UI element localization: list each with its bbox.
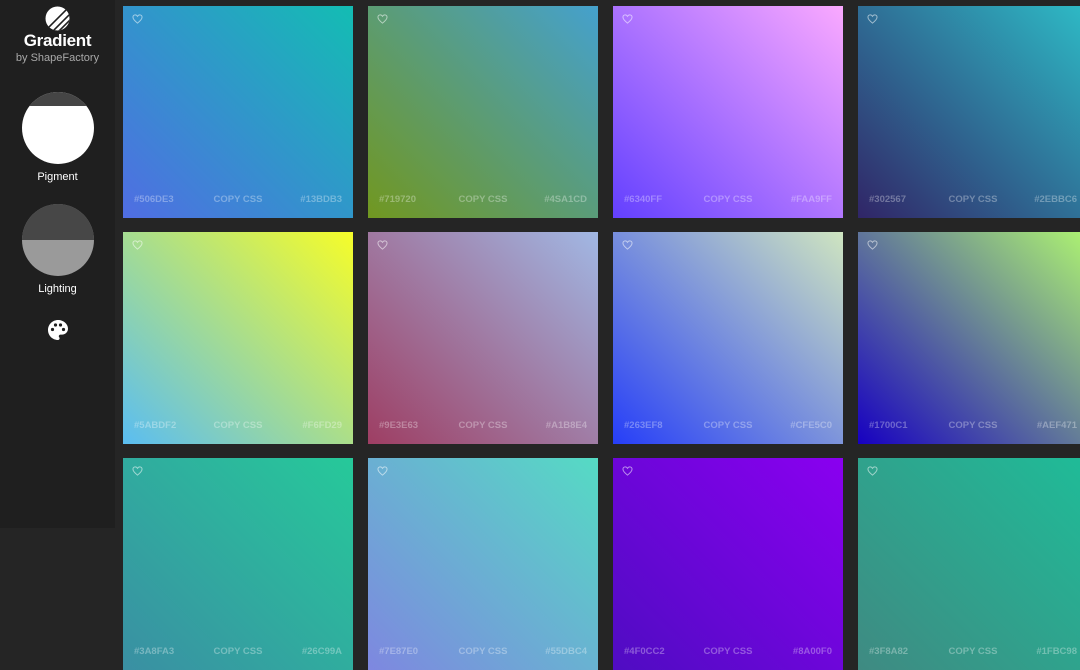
gradient-card[interactable]: #7E87E0 COPY CSS #55DBC4: [368, 458, 598, 670]
card-footer: #719720 COPY CSS #4SA1CD: [368, 194, 598, 208]
heart-icon[interactable]: [377, 466, 388, 476]
palette-icon[interactable]: [46, 318, 70, 342]
pigment-label: Pigment: [37, 171, 78, 183]
card-footer: #3F8A82 COPY CSS #1FBC98: [858, 646, 1080, 660]
card-footer: #6340FF COPY CSS #FAA9FF: [613, 194, 843, 208]
gradient-card[interactable]: #3A8FA3 COPY CSS #26C99A: [123, 458, 353, 670]
gradient-card[interactable]: #1700C1 COPY CSS #AEF471: [858, 232, 1080, 444]
color-end[interactable]: #1FBC98: [1036, 646, 1077, 657]
gradient-card[interactable]: #506DE3 COPY CSS #13BDB3: [123, 6, 353, 218]
gradient-card[interactable]: #263EF8 COPY CSS #CFE5C0: [613, 232, 843, 444]
heart-icon[interactable]: [622, 240, 633, 250]
gradient-card[interactable]: #3F8A82 COPY CSS #1FBC98: [858, 458, 1080, 670]
color-end[interactable]: #2EBBC6: [1034, 194, 1077, 205]
card-footer: #7E87E0 COPY CSS #55DBC4: [368, 646, 598, 660]
card-footer: #9E3E63 COPY CSS #A1B8E4: [368, 420, 598, 434]
heart-icon[interactable]: [622, 14, 633, 24]
color-end[interactable]: #8A00F0: [793, 646, 832, 657]
card-footer: #3A8FA3 COPY CSS #26C99A: [123, 646, 353, 660]
gradient-card[interactable]: #302567 COPY CSS #2EBBC6: [858, 6, 1080, 218]
lighting-label: Lighting: [38, 283, 77, 295]
color-end[interactable]: #A1B8E4: [546, 420, 587, 431]
brand-title: Gradient: [23, 31, 92, 50]
card-footer: #263EF8 COPY CSS #CFE5C0: [613, 420, 843, 434]
brand-byline: by ShapeFactory: [15, 52, 100, 64]
color-end[interactable]: #FAA9FF: [791, 194, 832, 205]
heart-icon[interactable]: [377, 240, 388, 250]
gradient-card[interactable]: #9E3E63 COPY CSS #A1B8E4: [368, 232, 598, 444]
heart-icon[interactable]: [132, 14, 143, 24]
heart-icon[interactable]: [132, 466, 143, 476]
heart-icon[interactable]: [867, 14, 878, 24]
sidebar: Gradient by ShapeFactory Pigment Lightin…: [0, 0, 115, 528]
lighting-control[interactable]: [22, 204, 94, 276]
color-end[interactable]: #F6FD29: [302, 420, 342, 431]
card-footer: #302567 COPY CSS #2EBBC6: [858, 194, 1080, 208]
heart-icon[interactable]: [867, 466, 878, 476]
gradient-card[interactable]: #5ABDF2 COPY CSS #F6FD29: [123, 232, 353, 444]
card-footer: #1700C1 COPY CSS #AEF471: [858, 420, 1080, 434]
logo-icon: [45, 6, 70, 31]
card-footer: #5ABDF2 COPY CSS #F6FD29: [123, 420, 353, 434]
heart-icon[interactable]: [622, 466, 633, 476]
color-end[interactable]: #26C99A: [302, 646, 342, 657]
gradient-card[interactable]: #4F0CC2 COPY CSS #8A00F0: [613, 458, 843, 670]
card-footer: #4F0CC2 COPY CSS #8A00F0: [613, 646, 843, 660]
gradient-card[interactable]: #719720 COPY CSS #4SA1CD: [368, 6, 598, 218]
card-footer: #506DE3 COPY CSS #13BDB3: [123, 194, 353, 208]
color-end[interactable]: #13BDB3: [300, 194, 342, 205]
color-end[interactable]: #4SA1CD: [544, 194, 587, 205]
color-end[interactable]: #55DBC4: [545, 646, 587, 657]
heart-icon[interactable]: [377, 14, 388, 24]
color-end[interactable]: #CFE5C0: [790, 420, 832, 431]
heart-icon[interactable]: [132, 240, 143, 250]
heart-icon[interactable]: [867, 240, 878, 250]
color-end[interactable]: #AEF471: [1037, 420, 1077, 431]
pigment-control[interactable]: [22, 92, 94, 164]
gradient-card[interactable]: #6340FF COPY CSS #FAA9FF: [613, 6, 843, 218]
